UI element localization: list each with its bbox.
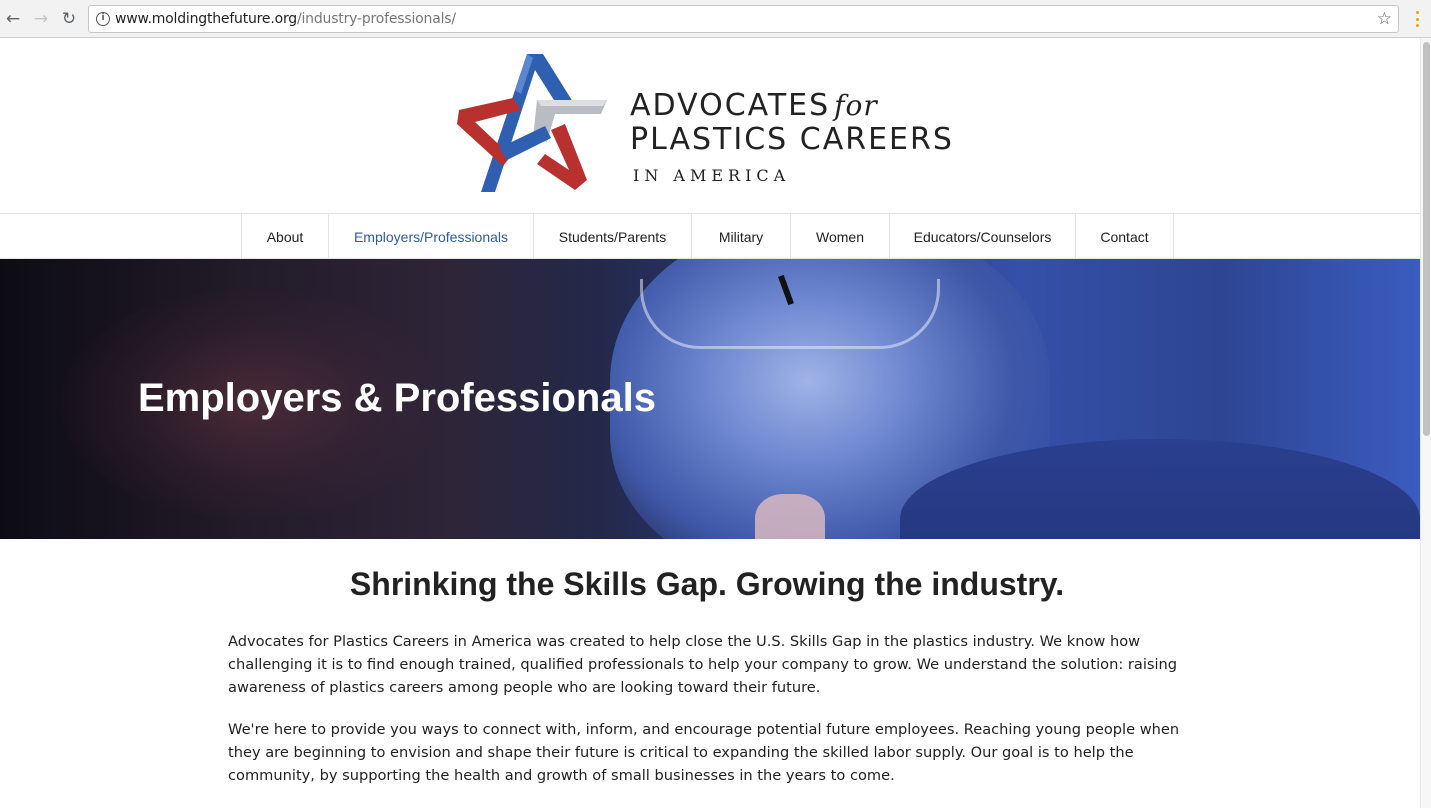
hero-banner: Employers & Professionals [0,259,1420,539]
bookmark-star-icon[interactable]: ☆ [1377,9,1392,29]
page-scrollbar[interactable] [1420,38,1431,808]
browser-toolbar: ← → ↻ i www.moldingthefuture.org/industr… [0,0,1431,38]
main-navigation: About Employers/Professionals Students/P… [0,213,1420,259]
hero-photo-safety-glasses [640,279,940,349]
nav-item-students-parents[interactable]: Students/Parents [534,214,692,259]
reload-icon[interactable]: ↻ [58,8,80,30]
url-host: www.moldingthefuture.org [115,11,297,27]
nav-item-contact[interactable]: Contact [1076,214,1174,259]
address-bar[interactable]: i www.moldingthefuture.org/industry-prof… [88,5,1399,33]
logo-word-for: for [834,89,878,122]
url-text[interactable]: www.moldingthefuture.org/industry-profes… [115,11,456,27]
info-icon[interactable]: i [96,12,110,26]
forward-arrow-icon[interactable]: → [30,8,52,30]
back-arrow-icon[interactable]: ← [2,8,24,30]
hero-photo-hand [755,494,825,539]
nav-item-about[interactable]: About [242,214,329,259]
logo-text-plastics-careers: PLASTICS CAREERS [630,122,954,157]
nav-item-employers-professionals[interactable]: Employers/Professionals [329,214,534,259]
nav-item-educators-counselors[interactable]: Educators/Counselors [890,214,1076,259]
url-path: /industry-professionals/ [296,11,456,27]
star-logo-icon [457,54,607,192]
page-viewport: ADVOCATES for PLASTICS CAREERS IN AMERICA… [0,38,1420,808]
logo-text-in-america: IN AMERICA [633,166,791,185]
nav-item-women[interactable]: Women [791,214,890,259]
page-title: Employers & Professionals [138,376,656,420]
site-logo[interactable]: ADVOCATES for PLASTICS CAREERS IN AMERICA [455,52,975,202]
intro-paragraph-1: Advocates for Plastics Careers in Americ… [228,633,1178,696]
browser-menu-icon[interactable] [1410,9,1424,29]
section-heading: Shrinking the Skills Gap. Growing the in… [349,566,1065,602]
scrollbar-thumb[interactable] [1423,42,1430,436]
logo-word-advocates: ADVOCATES [630,88,831,123]
intro-paragraph-2: We're here to provide you ways to connec… [228,721,1180,784]
logo-text-advocates: ADVOCATES for [630,88,878,123]
nav-item-military[interactable]: Military [692,214,791,259]
